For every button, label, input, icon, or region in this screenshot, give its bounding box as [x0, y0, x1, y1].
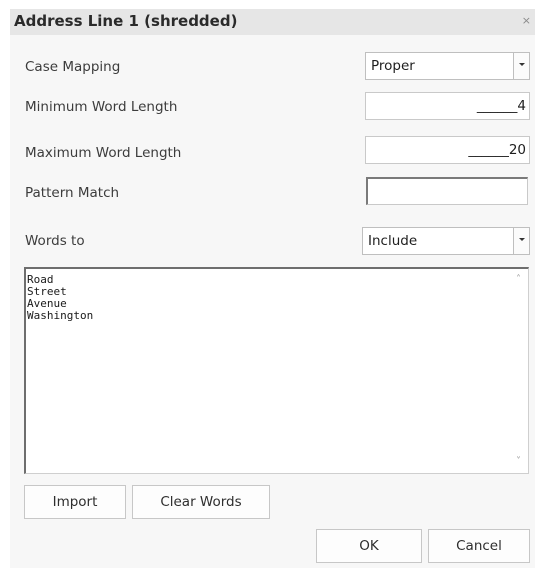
scroll-down-arrow-icon[interactable]: ˅ [516, 457, 521, 467]
scroll-up-arrow-icon[interactable]: ˄ [516, 275, 521, 285]
import-button[interactable]: Import [24, 485, 126, 519]
words-to-dropdown[interactable]: Include [362, 227, 530, 255]
word-list-textarea[interactable]: Road Street Avenue Washington ˄ ˅ [24, 267, 529, 474]
words-to-value: Include [368, 233, 418, 249]
pattern-match-label: Pattern Match [25, 185, 120, 201]
word-list-line: Washington [27, 309, 94, 322]
min-word-length-label: Minimum Word Length [25, 99, 178, 115]
min-word-length-field[interactable]: ______4 [365, 92, 530, 120]
dialog-window: Address Line 1 (shredded) × Case Mapping… [10, 9, 535, 568]
case-mapping-value: Proper [371, 58, 415, 74]
chevron-down-icon[interactable] [513, 228, 529, 254]
case-mapping-dropdown[interactable]: Proper [365, 52, 530, 80]
min-word-length-value: ______4 [476, 98, 526, 114]
words-to-label: Words to [25, 233, 85, 249]
ok-button[interactable]: OK [316, 529, 422, 563]
pattern-match-input[interactable] [366, 177, 528, 205]
max-word-length-label: Maximum Word Length [25, 145, 182, 161]
clear-words-button[interactable]: Clear Words [132, 485, 270, 519]
case-mapping-label: Case Mapping [25, 59, 121, 75]
cancel-button[interactable]: Cancel [428, 529, 530, 563]
title-bar: Address Line 1 (shredded) × [10, 9, 535, 35]
dialog-title: Address Line 1 (shredded) [14, 12, 238, 30]
close-icon[interactable]: × [522, 15, 531, 26]
max-word-length-field[interactable]: ______20 [365, 136, 530, 164]
word-list-lines: Road Street Avenue Washington [27, 274, 93, 322]
max-word-length-value: ______20 [468, 142, 526, 158]
word-list-scrollbar[interactable]: ˄ ˅ [511, 269, 528, 473]
chevron-down-icon[interactable] [513, 53, 529, 79]
